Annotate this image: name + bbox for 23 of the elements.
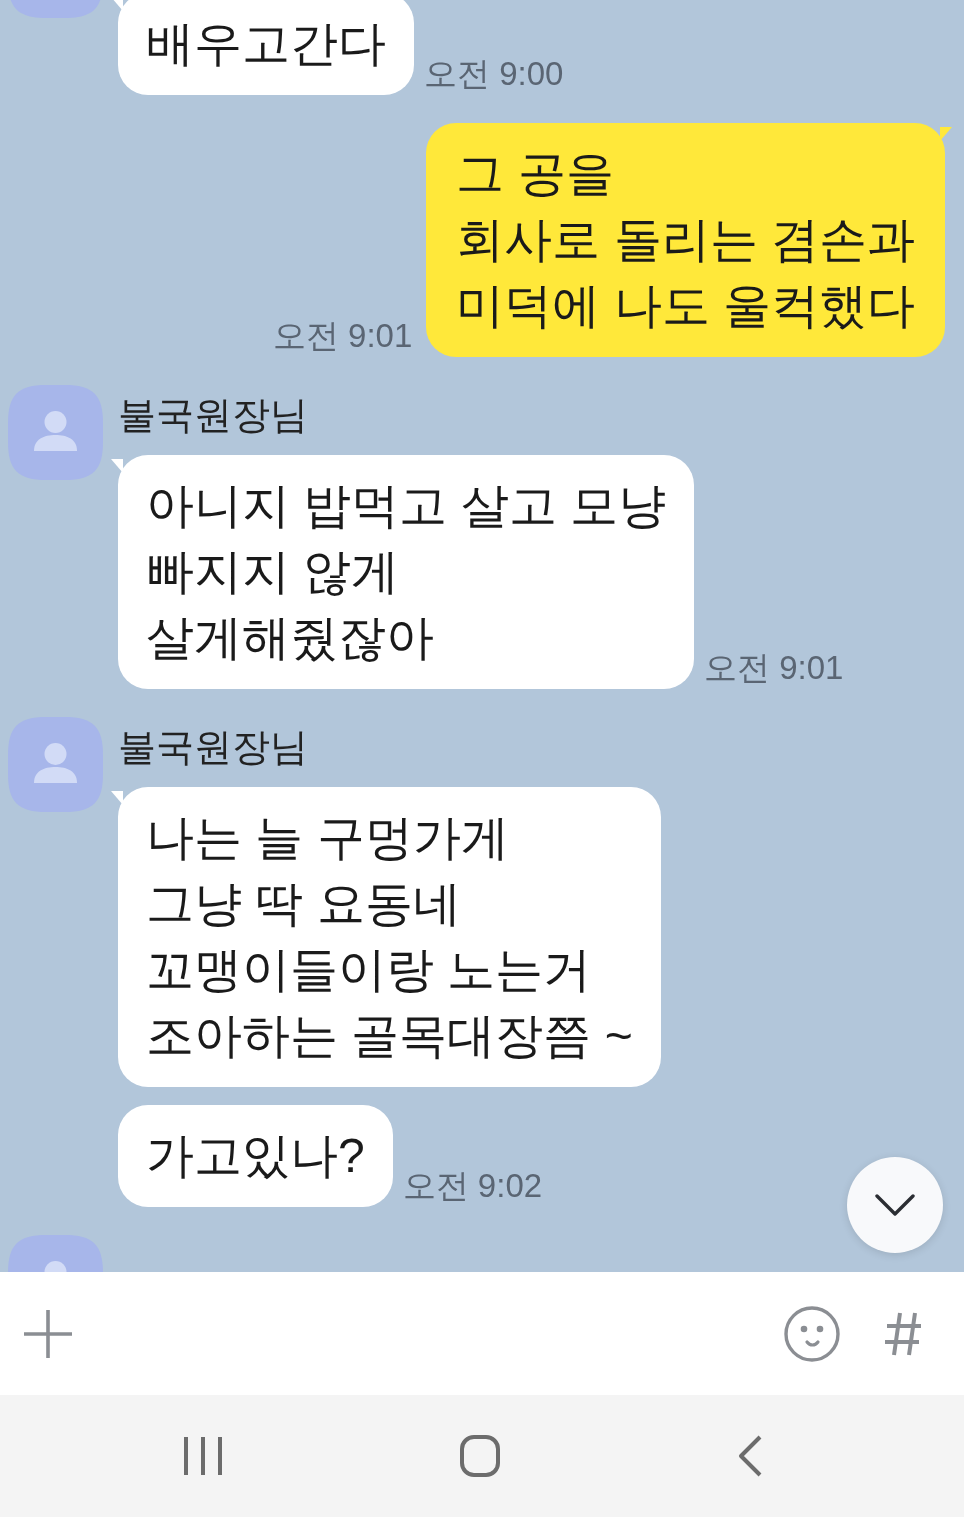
add-button[interactable] bbox=[24, 1309, 72, 1358]
hashtag-icon bbox=[884, 1311, 922, 1356]
chat-message: 아니지 밥먹고 살고 모냥 빠지지 않게 살게해줬잖아 bbox=[111, 455, 694, 689]
back-button[interactable] bbox=[738, 1435, 762, 1477]
recent-apps-icon bbox=[184, 1437, 222, 1475]
message-time: 오전 9:02 bbox=[402, 1168, 543, 1204]
emoji-button[interactable] bbox=[784, 1305, 840, 1362]
home-button[interactable] bbox=[460, 1435, 500, 1477]
message-time: 오전 9:00 bbox=[424, 56, 564, 92]
chevron-down-icon bbox=[875, 1194, 915, 1216]
chat-message: 가고있나? bbox=[118, 1105, 393, 1207]
sender-name: 불국원장님 bbox=[118, 394, 308, 436]
chat-message: 그 공을 회사로 돌리는 겸손과 미덕에 나도 울컥했다 bbox=[426, 123, 952, 357]
chat-message: 나는 늘 구멍가게 그냥 딱 요동네 꼬맹이들이랑 노는거 조아하는 골목대장쯤 ~ bbox=[111, 787, 661, 1087]
plus-icon bbox=[24, 1309, 72, 1358]
back-icon bbox=[738, 1435, 762, 1477]
home-icon bbox=[460, 1435, 500, 1477]
message-time: 오전 9:01 bbox=[272, 318, 413, 354]
message-time: 오전 9:01 bbox=[704, 650, 844, 686]
sender-name: 불국원장님 bbox=[118, 726, 308, 768]
hashtag-button[interactable] bbox=[884, 1311, 922, 1356]
recent-apps-button[interactable] bbox=[184, 1437, 222, 1475]
smiley-icon bbox=[784, 1305, 840, 1362]
